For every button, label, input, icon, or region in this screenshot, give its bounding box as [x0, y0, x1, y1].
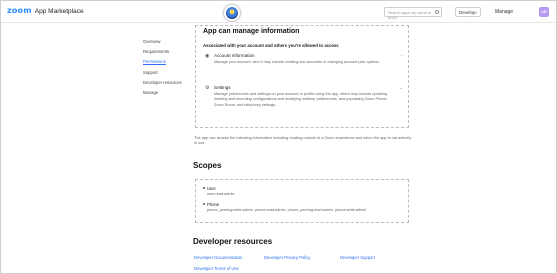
search-icon: [435, 10, 439, 14]
developer-resources-heading: Developer resources: [193, 237, 273, 246]
settings-icon: ⚙: [205, 85, 210, 91]
scopes-heading: Scopes: [193, 161, 222, 170]
permission-account-information: ◉ Account information ⋯ Manage your acco…: [205, 53, 403, 81]
develop-dropdown[interactable]: Develop ⌄: [455, 7, 481, 17]
scope-name: Phone: [207, 202, 220, 207]
search-placeholder: Search apps by name or more: [388, 10, 432, 20]
app-logo-icon: [223, 4, 241, 22]
bullet-icon: [203, 187, 205, 189]
develop-label: Develop: [459, 10, 476, 15]
manage-info-subtitle: Associated with your account and others …: [203, 43, 339, 48]
scope-name: User: [207, 186, 216, 191]
manage-link[interactable]: Manage: [495, 9, 513, 15]
chevron-down-icon[interactable]: ⌄: [399, 85, 403, 91]
zoom-marketplace-logo[interactable]: zoom App Marketplace: [7, 6, 84, 15]
developer-support-link[interactable]: Developer Support: [340, 255, 375, 260]
nav-item-support[interactable]: Support: [143, 70, 183, 75]
search-input[interactable]: Search apps by name or more: [384, 7, 442, 20]
product-name: App Marketplace: [34, 8, 84, 15]
permission-description: Manage preferences and settings on your …: [214, 92, 388, 107]
permission-settings: ⚙ Settings ⌄ Manage preferences and sett…: [205, 85, 403, 121]
access-note: The app can access the following informa…: [194, 135, 412, 146]
nav-item-manage[interactable]: Manage: [143, 90, 183, 95]
chevron-down-icon: ⌄: [474, 9, 478, 14]
manage-info-title: App can manage information: [203, 28, 300, 35]
scope-item-user: User user:read:admin: [203, 186, 403, 196]
page-section-nav: Overview Requirements Permissions Suppor…: [143, 39, 183, 100]
more-options-icon[interactable]: ⋯: [398, 53, 403, 59]
bullet-icon: [203, 203, 205, 205]
developer-privacy-policy-link[interactable]: Developer Privacy Policy: [264, 255, 310, 260]
permission-description: Manage your account, who it may include …: [214, 60, 380, 64]
user-avatar[interactable]: CE: [539, 7, 549, 17]
nav-item-developer-resources[interactable]: Developer resources: [143, 80, 183, 85]
app-window: zoom App Marketplace Search apps by name…: [0, 0, 557, 274]
permission-title: Account information: [214, 53, 255, 58]
nav-item-permissions[interactable]: Permissions: [143, 59, 183, 64]
nav-item-overview[interactable]: Overview: [143, 39, 183, 44]
scope-value: phone_peering:write:admin, phone:read:ad…: [207, 208, 367, 212]
permission-title: Settings: [214, 85, 231, 90]
scope-item-phone: Phone phone_peering:write:admin, phone:r…: [203, 202, 403, 212]
nav-item-requirements[interactable]: Requirements: [143, 49, 183, 54]
developer-documentation-link[interactable]: Developer Documentation: [194, 255, 242, 260]
account-icon: ◉: [205, 53, 210, 59]
top-nav-bar: zoom App Marketplace Search apps by name…: [1, 1, 556, 23]
scope-value: user:read:admin: [207, 192, 235, 196]
zoom-brand: zoom: [7, 6, 32, 15]
developer-terms-link[interactable]: Developer Terms of Use: [194, 266, 239, 271]
